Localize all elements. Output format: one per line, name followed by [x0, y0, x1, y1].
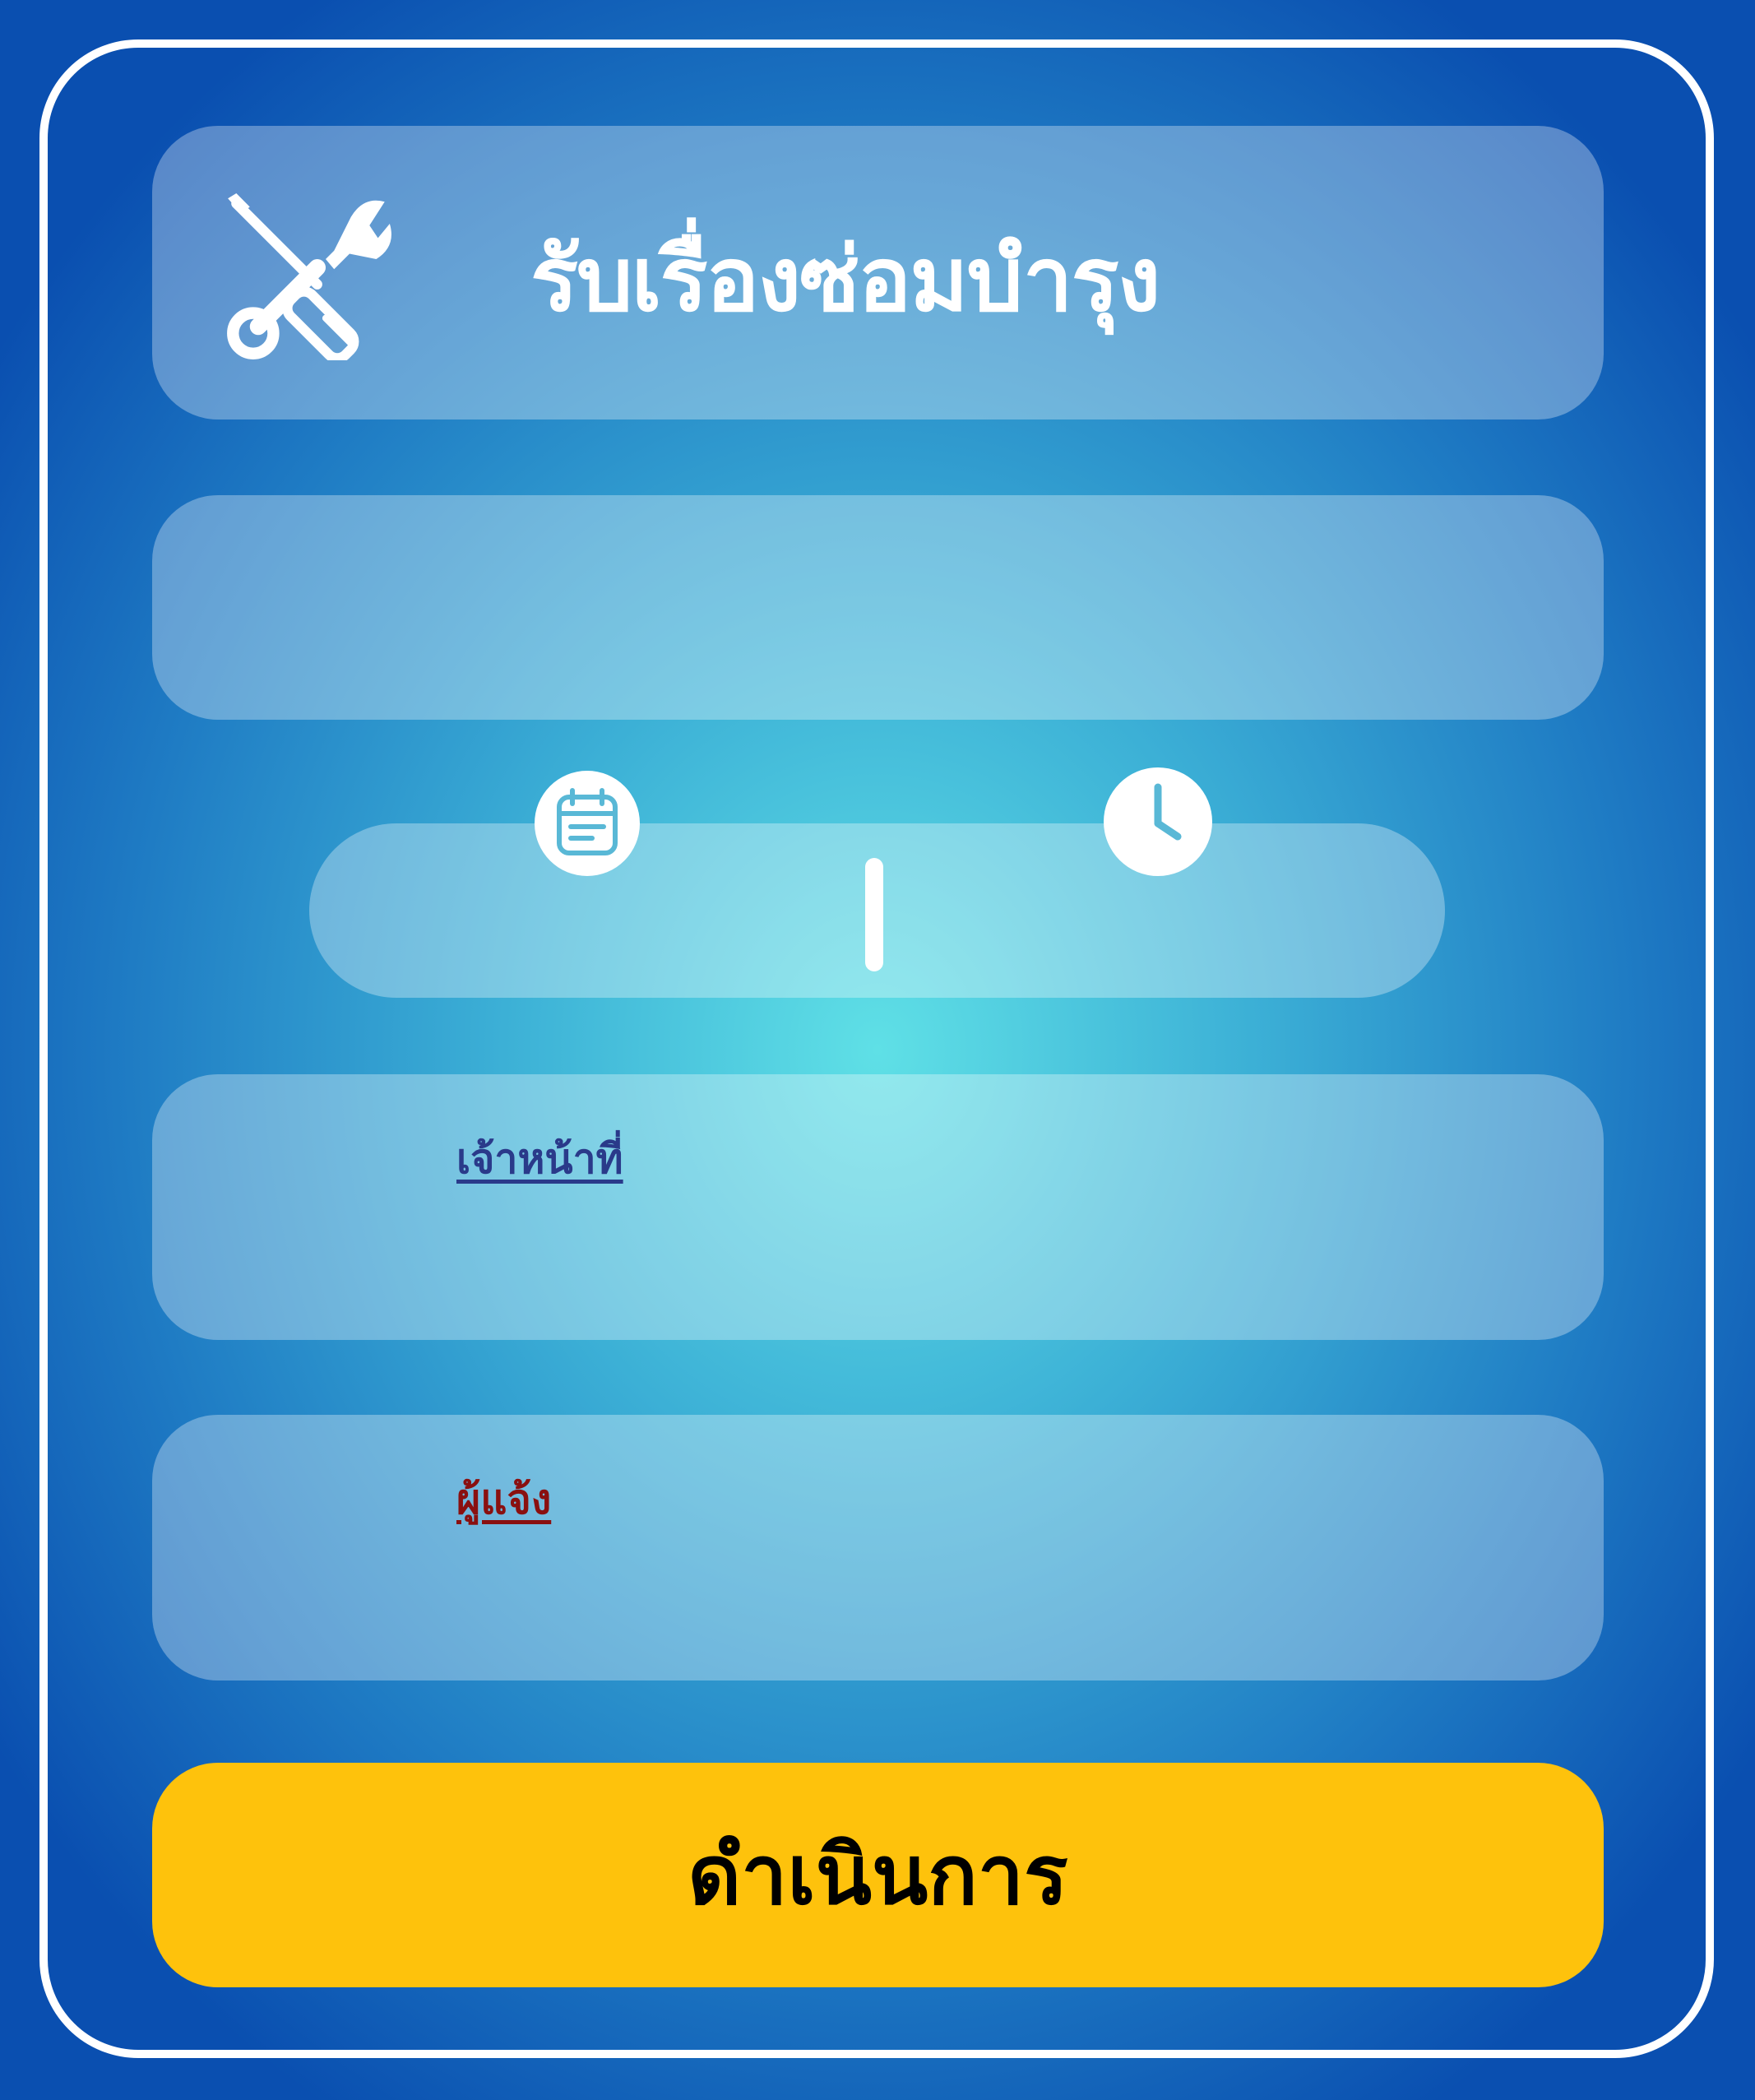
- datetime-panel[interactable]: [309, 823, 1445, 998]
- datetime-divider: [865, 858, 883, 971]
- officer-label: เจ้าหน้าที่: [456, 1135, 623, 1183]
- calendar-icon[interactable]: [535, 771, 640, 876]
- officer-field[interactable]: เจ้าหน้าที่: [152, 1074, 1604, 1340]
- header-panel: รับเรื่องซ่อมบำรุง: [152, 126, 1604, 420]
- reporter-label: ผู้แจ้ง: [456, 1476, 552, 1523]
- submit-button[interactable]: ดำเนินการ: [152, 1763, 1604, 1987]
- page-title: รับเรื่องซ่อมบำรุง: [530, 229, 1160, 331]
- reporter-field[interactable]: ผู้แจ้ง: [152, 1415, 1604, 1680]
- tools-icon: [227, 193, 391, 360]
- clock-icon[interactable]: [1104, 767, 1212, 876]
- subject-input-panel[interactable]: [152, 495, 1604, 720]
